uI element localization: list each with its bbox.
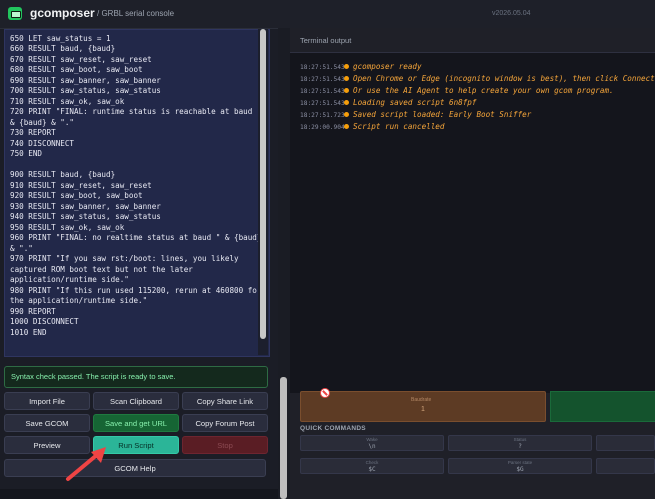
log-dot-icon: [344, 111, 349, 117]
left-footer: [0, 489, 278, 499]
code-editor[interactable]: 640 PRINT "STATUS: " & st 650 LET saw_st…: [4, 29, 270, 357]
save-gcom-button[interactable]: Save GCOM: [4, 414, 90, 432]
quick-command-value: $G: [516, 466, 524, 473]
log-time: 18:27:51.543: [300, 100, 345, 107]
app-subtitle: / GRBL serial console: [97, 9, 175, 18]
log-time: 18:27:51.723: [300, 112, 345, 119]
log-line: 18:27:51.723 Saved script loaded: Early B…: [300, 110, 531, 122]
terminal-output[interactable]: 18:27:51.543 gcomposer ready 18:27:51.543…: [290, 53, 655, 393]
quick-command-button[interactable]: [596, 435, 655, 451]
stop-button[interactable]: Stop: [182, 436, 268, 454]
scan-clipboard-button[interactable]: Scan Clipboard: [93, 392, 179, 410]
save-and-get-url-button[interactable]: Save and get URL: [93, 414, 179, 432]
quick-command-value: ?: [518, 443, 522, 450]
log-text: Saved script loaded: Early Boot Sniffer: [353, 110, 532, 119]
connect-button[interactable]: [550, 391, 655, 422]
import-file-button[interactable]: Import File: [4, 392, 90, 410]
log-text: Script run cancelled: [353, 122, 445, 131]
page-scrollbar[interactable]: [278, 28, 290, 499]
quick-command-label: Status: [513, 437, 527, 442]
copy-forum-post-button[interactable]: Copy Forum Post: [182, 414, 268, 432]
terminal-header: Terminal output: [290, 28, 655, 53]
quick-command-wake-button[interactable]: Wake \n: [300, 435, 444, 451]
top-bar: gcomposer / GRBL serial console v2026.05…: [0, 0, 655, 29]
log-text: Or use the AI Agent to help create your …: [353, 86, 614, 95]
log-line: 18:27:51.543 gcomposer ready: [300, 62, 422, 74]
gcom-help-button[interactable]: GCOM Help: [4, 459, 266, 477]
quick-command-value: $C: [368, 466, 376, 473]
log-dot-icon: [344, 99, 349, 105]
quick-command-value: \n: [368, 443, 376, 450]
log-line: 18:27:51.543 Loading saved script 6n8fpf: [300, 98, 476, 110]
log-line: 18:27:51.543 Or use the AI Agent to help …: [300, 86, 614, 98]
log-time: 18:27:51.543: [300, 64, 345, 71]
version-label: v2026.05.04: [492, 10, 531, 17]
quick-command-check-button[interactable]: Check $C: [300, 458, 444, 474]
log-time: 18:27:51.543: [300, 88, 345, 95]
quick-commands-title: QUICK COMMANDS: [300, 425, 366, 432]
log-time: 18:27:51.543: [300, 76, 345, 83]
syntax-status-banner: Syntax check passed. The script is ready…: [4, 366, 268, 388]
quick-command-label: Check: [365, 460, 379, 465]
log-dot-icon: [344, 87, 349, 93]
terminal-panel: Terminal output 18:27:51.543 gcomposer re…: [290, 28, 655, 499]
red-arrow-annotation-icon: [66, 447, 106, 481]
quick-command-button[interactable]: [596, 458, 655, 474]
log-text: gcomposer ready: [353, 62, 422, 71]
copy-share-link-button[interactable]: Copy Share Link: [182, 392, 268, 410]
log-text: Loading saved script 6n8fpf: [353, 98, 477, 107]
quick-command-parser-state-button[interactable]: Parser state $G: [448, 458, 592, 474]
log-dot-icon: [344, 123, 349, 129]
log-text: Open Chrome or Edge (incognito window is…: [353, 74, 655, 83]
quick-command-label: Parser state: [507, 460, 533, 465]
page-scrollbar-thumb[interactable]: [280, 377, 287, 499]
app-title: gcomposer: [30, 6, 95, 20]
log-dot-icon: [344, 75, 349, 81]
baudrate-selector[interactable]: Baudrate 1: [300, 391, 546, 422]
app-logo-icon: [8, 7, 22, 20]
baudrate-label: Baudrate: [411, 397, 432, 403]
baudrate-value: 1: [421, 406, 425, 413]
log-time: 18:29:00.904: [300, 124, 345, 131]
log-dot-icon: [344, 63, 349, 69]
terminal-title: Terminal output: [300, 36, 352, 45]
quick-command-status-button[interactable]: Status ?: [448, 435, 592, 451]
not-allowed-cursor-icon: [320, 388, 330, 398]
log-line: 18:29:00.904 Script run cancelled: [300, 122, 444, 134]
editor-scrollbar-thumb[interactable]: [260, 29, 266, 339]
syntax-status-text: Syntax check passed. The script is ready…: [11, 372, 176, 381]
quick-command-label: Wake: [366, 437, 378, 442]
code-text[interactable]: 640 PRINT "STATUS: " & st 650 LET saw_st…: [10, 30, 265, 338]
log-line: 18:27:51.543 Open Chrome or Edge (incogni…: [300, 74, 655, 86]
